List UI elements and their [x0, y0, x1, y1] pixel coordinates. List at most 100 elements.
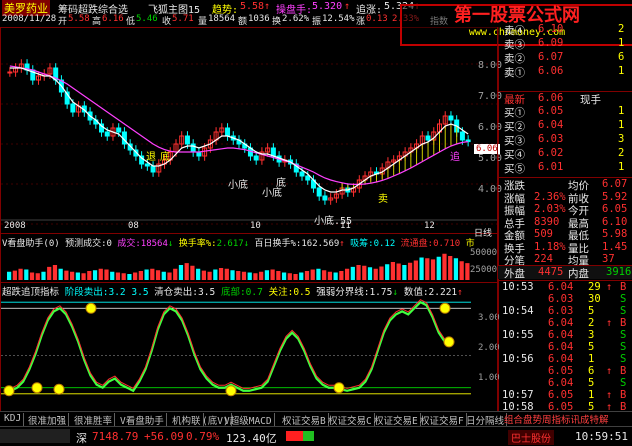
tab-6[interactable]: V超级MACD: [222, 413, 275, 427]
stat-v2: 5.98: [602, 228, 628, 240]
volume-bar: [213, 269, 218, 280]
tab-8[interactable]: 权证交易C: [326, 413, 375, 427]
volume-label: 量: [198, 17, 208, 27]
volume-bar: [207, 271, 212, 280]
turnover-rate-label: 换手率%:: [178, 239, 217, 249]
sell-label: 卖③: [504, 39, 525, 51]
buy-row-2[interactable]: 买② 6.04 1: [498, 119, 632, 133]
buy-row-1[interactable]: 买① 6.05 1: [498, 105, 632, 119]
tab-11[interactable]: 日分隔线: [464, 413, 508, 427]
candle-body: [7, 71, 13, 74]
sell-row-4[interactable]: 卖④ 6.10 2: [498, 23, 632, 37]
annotation-small-bottom-2: 小底: [262, 188, 282, 199]
buy-row-5[interactable]: 买⑤ 6.01 1: [498, 161, 632, 175]
latest-row[interactable]: 最新 6.06 现手: [498, 91, 632, 106]
tick-dir: S: [620, 353, 627, 365]
annotation-exit: 退: [146, 152, 156, 163]
volume-bar: [350, 266, 355, 280]
tab-10[interactable]: 权证交易F: [418, 413, 467, 427]
volume-bar: [173, 268, 178, 280]
main-chart-panel[interactable]: [0, 27, 499, 234]
candle-body: [459, 131, 465, 141]
high-value: 6.16: [102, 14, 124, 24]
forecast-label: 预测成交:0: [65, 239, 112, 249]
tab-1[interactable]: 很准加强: [26, 413, 70, 427]
tab-7[interactable]: 权证交易B: [280, 413, 329, 427]
candle-body: [196, 151, 202, 157]
low-label: 低: [126, 17, 136, 27]
clear-value: 3.5: [198, 287, 216, 298]
tick-price: 6.04: [548, 353, 574, 365]
smiley-icon: [439, 302, 451, 314]
hundred-day-label: 百日换手%:: [254, 239, 302, 249]
outer-label: 外盘: [504, 268, 525, 280]
oscillator-chart[interactable]: [1, 283, 498, 411]
volume-bar: [81, 273, 86, 280]
turnover-rate-value: 2.617: [216, 239, 244, 249]
latest-value: 6.06: [538, 92, 564, 104]
volume-bar: [47, 266, 52, 280]
vol-y-tick-1: 25000: [470, 265, 498, 275]
tick-dir: S: [620, 293, 627, 305]
outer-inner-row: 外盘 4475 内盘 3916: [498, 265, 632, 280]
volume-header: V看盘助手(0) 预测成交:0 成交:18564↓ 换手率%:2.617↓ 百日…: [2, 236, 475, 249]
tick-list[interactable]: 10:53 6.04 29 B ↑ 6.03 30 S 10:54 6.03 5 S 6.04 2 B ↑ 10…: [498, 280, 632, 425]
low-value: 5.46: [136, 14, 158, 24]
stat-v2: 37: [602, 253, 615, 265]
tick-price: 6.03: [548, 293, 574, 305]
status-stock-name[interactable]: 巴士股份: [508, 430, 554, 445]
strong-label: 强弱分界线:: [316, 287, 370, 298]
smiley-icon: [85, 302, 97, 314]
smiley-icon: [31, 382, 43, 394]
tab-9[interactable]: 权证交易E: [372, 413, 421, 427]
volume-bar: [390, 262, 396, 280]
tick-dir: S: [620, 341, 627, 353]
inflow-value: 0.12: [373, 239, 396, 249]
market-label[interactable]: 深: [76, 430, 87, 446]
change-label: 涨: [356, 17, 366, 27]
volume-bar: [184, 263, 189, 280]
sell-row-3[interactable]: 卖③ 6.09 1: [498, 37, 632, 51]
operation-value: 5.320: [312, 1, 343, 12]
oscillator-panel[interactable]: [0, 282, 499, 412]
value-label: 数值:: [403, 287, 429, 298]
operation-arrow-icon: ↑: [344, 1, 351, 12]
volume-bar: [167, 272, 172, 280]
volume-bar: [310, 269, 315, 280]
tick-time: 10:54: [502, 305, 534, 317]
volume-bar: [373, 268, 378, 280]
stat-v2: 6.07: [602, 178, 628, 190]
stat-v2: 1.45: [602, 240, 628, 253]
volume-bar: [322, 270, 327, 280]
volume-bar: [259, 271, 264, 280]
strong-value: 1.75: [369, 287, 393, 298]
tab-3[interactable]: V看盘助手: [118, 413, 167, 427]
smiley-icon: [225, 385, 237, 397]
smiley-icon: [53, 383, 65, 395]
candle-body: [116, 127, 122, 133]
buy-row-4[interactable]: 买④ 6.02 2: [498, 147, 632, 161]
tab-0[interactable]: KDJ: [2, 413, 25, 426]
candlestick-chart[interactable]: [1, 28, 498, 233]
tab-4[interactable]: 机构联: [170, 413, 204, 427]
osc-indicator-name[interactable]: 超跌追顶指标: [2, 287, 59, 298]
sell-row-2[interactable]: 卖② 6.07 6: [498, 51, 632, 65]
volume-bar: [7, 271, 12, 280]
volume-bar: [247, 272, 252, 280]
hundred-day-value: 162.569: [301, 239, 340, 249]
bottom-right-text[interactable]: 组合盘势周指标讯成特解: [504, 412, 609, 426]
tab-2[interactable]: 很准胜率: [72, 413, 116, 427]
tick-arrow-icon: ↑: [606, 389, 613, 401]
turnover-value: 2.62%: [282, 14, 310, 24]
stat-v1: 1.18%: [534, 240, 566, 253]
volume-indicator-name[interactable]: V看盘助手(0): [2, 239, 60, 249]
volume-bar: [178, 265, 184, 280]
unit-label[interactable]: 日线: [474, 226, 492, 239]
quote-panel: 卖④ 6.10 2 卖③ 6.09 1 卖② 6.07 6 卖① 6.06 1 …: [497, 23, 632, 426]
sell-row-1[interactable]: 卖① 6.06 1: [498, 65, 632, 79]
volume-bar: [98, 268, 103, 280]
volume-bar: [150, 268, 155, 280]
volume-bar: [287, 273, 292, 280]
volume-bar: [448, 256, 453, 280]
buy-row-3[interactable]: 买③ 6.03 3: [498, 133, 632, 147]
